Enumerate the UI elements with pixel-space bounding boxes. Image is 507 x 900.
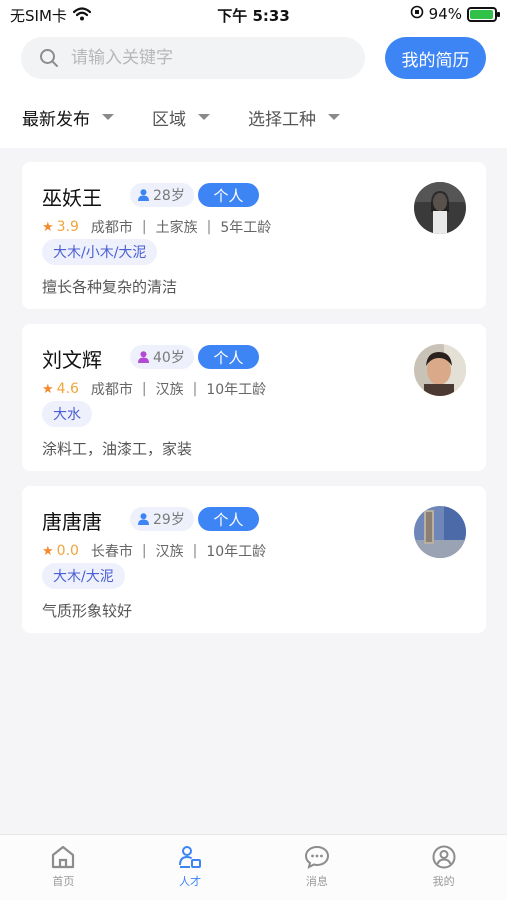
rating: 4.6	[56, 381, 79, 397]
battery-percent: 94%	[428, 5, 462, 23]
ethnicity: 汉族	[155, 382, 184, 398]
tab-label: 消息	[305, 875, 328, 888]
skill-tag: 大水	[42, 401, 92, 427]
divider: |	[141, 219, 147, 235]
person-icon	[138, 351, 149, 363]
filter-region[interactable]: 区域	[152, 105, 210, 130]
search-input[interactable]	[71, 48, 321, 68]
person-icon	[138, 513, 149, 525]
rating: 3.9	[56, 219, 79, 235]
worker-meta: ★ 4.6 成都市 | 汉族 | 10年工龄	[42, 379, 266, 399]
avatar	[414, 344, 466, 396]
star-icon: ★	[42, 219, 54, 235]
search-row: 我的简历	[21, 37, 486, 79]
worker-card[interactable]: 巫妖王 28岁 个人 ★ 3.9 成都市 | 土家族 | 5年工龄 大木/小木/…	[22, 162, 486, 309]
caret-down-icon	[328, 114, 340, 120]
worker-name: 唐唐唐	[42, 510, 102, 534]
worker-description: 气质形象较好	[42, 602, 133, 620]
message-icon	[304, 845, 329, 869]
status-bar: 无SIM卡 下午 5:33 94%	[0, 0, 507, 30]
divider: |	[141, 381, 147, 397]
divider: |	[206, 219, 212, 235]
worker-description: 擅长各种复杂的清洁	[42, 278, 178, 296]
age-badge: 28岁	[130, 183, 194, 207]
filter-label: 最新发布	[22, 109, 90, 130]
tab-talent[interactable]: 人才	[127, 835, 254, 900]
city: 成都市	[90, 220, 133, 236]
worker-meta: ★ 3.9 成都市 | 土家族 | 5年工龄	[42, 217, 271, 237]
battery-icon	[467, 6, 500, 22]
age-text: 29岁	[153, 512, 185, 528]
filter-latest[interactable]: 最新发布	[22, 105, 114, 130]
skill-tags: 大水	[42, 401, 92, 427]
skill-tags: 大木/小木/大泥	[42, 239, 158, 265]
home-icon	[52, 845, 75, 869]
experience: 5年工龄	[220, 220, 272, 236]
filter-label: 选择工种	[248, 109, 316, 130]
tab-label: 我的	[432, 875, 455, 888]
skill-tag: 大木/小木/大泥	[42, 239, 158, 265]
caret-down-icon	[102, 114, 114, 120]
search-box[interactable]	[21, 37, 365, 79]
tab-label: 人才	[179, 875, 202, 888]
star-icon: ★	[42, 381, 54, 397]
search-icon	[40, 49, 58, 67]
filter-label: 区域	[152, 109, 186, 130]
worker-description: 涂料工，油漆工，家装	[42, 440, 193, 458]
worker-card[interactable]: 唐唐唐 29岁 个人 ★ 0.0 长春市 | 汉族 | 10年工龄 大木/大泥 …	[22, 486, 486, 633]
worker-type-badge: 个人	[198, 183, 259, 207]
worker-list: 巫妖王 28岁 个人 ★ 3.9 成都市 | 土家族 | 5年工龄 大木/小木/…	[22, 162, 486, 648]
orientation-lock-icon	[410, 5, 424, 23]
worker-type-badge: 个人	[198, 507, 259, 531]
skill-tag: 大木/大泥	[42, 563, 125, 589]
experience: 10年工龄	[206, 544, 267, 560]
skill-tags: 大木/大泥	[42, 563, 125, 589]
avatar	[414, 506, 466, 558]
age-badge: 40岁	[130, 345, 194, 369]
age-badge: 29岁	[130, 507, 194, 531]
talent-icon	[179, 846, 202, 868]
tab-home[interactable]: 首页	[0, 835, 127, 900]
rating: 0.0	[56, 543, 79, 559]
my-resume-button[interactable]: 我的简历	[385, 37, 486, 79]
filter-trade[interactable]: 选择工种	[248, 105, 340, 130]
worker-name: 巫妖王	[42, 186, 102, 210]
star-icon: ★	[42, 543, 54, 559]
worker-type-badge: 个人	[198, 345, 259, 369]
worker-card[interactable]: 刘文辉 40岁 个人 ★ 4.6 成都市 | 汉族 | 10年工龄 大水 涂料工…	[22, 324, 486, 471]
tab-profile[interactable]: 我的	[380, 835, 507, 900]
divider: |	[141, 543, 147, 559]
worker-name: 刘文辉	[42, 348, 102, 372]
city: 成都市	[90, 382, 133, 398]
profile-icon	[432, 845, 456, 869]
tab-messages[interactable]: 消息	[254, 835, 381, 900]
header-area: 无SIM卡 下午 5:33 94% 请输入关键字 我的简历 最新发布 区域 选择…	[0, 0, 507, 148]
worker-meta: ★ 0.0 长春市 | 汉族 | 10年工龄	[42, 541, 266, 561]
age-text: 28岁	[153, 188, 185, 204]
city: 长春市	[90, 544, 133, 560]
avatar	[414, 182, 466, 234]
filter-row: 最新发布 区域 选择工种	[22, 102, 487, 132]
divider: |	[192, 543, 198, 559]
ethnicity: 土家族	[155, 220, 198, 236]
experience: 10年工龄	[206, 382, 267, 398]
tab-bar: 首页 人才 消息 我的	[0, 834, 507, 900]
person-icon	[138, 189, 149, 201]
tab-label: 首页	[52, 875, 75, 888]
battery-fill	[470, 9, 493, 19]
divider: |	[192, 381, 198, 397]
ethnicity: 汉族	[155, 544, 184, 560]
age-text: 40岁	[153, 350, 185, 366]
caret-down-icon	[198, 114, 210, 120]
